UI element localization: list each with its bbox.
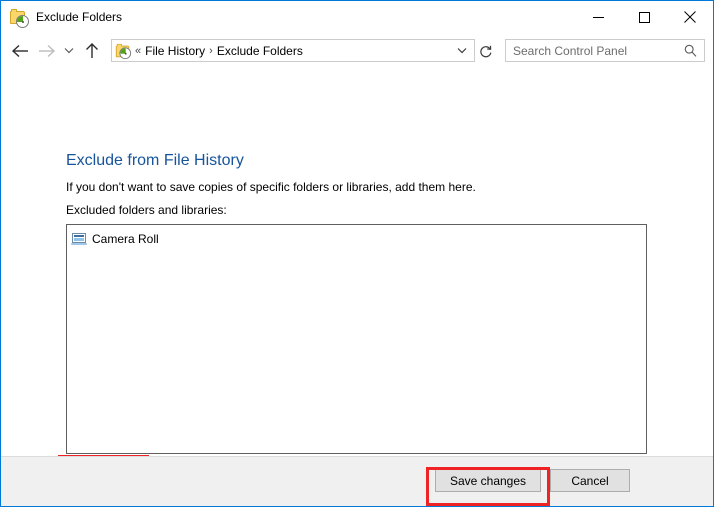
close-button[interactable]: [667, 1, 713, 33]
excluded-folders-list[interactable]: Camera Roll: [66, 224, 647, 454]
maximize-button[interactable]: [621, 1, 667, 33]
breadcrumb-dropdown-button[interactable]: [452, 47, 474, 54]
breadcrumb[interactable]: « File History › Exclude Folders: [111, 39, 475, 62]
forward-button[interactable]: [33, 38, 59, 64]
page-title: Exclude from File History: [66, 152, 244, 170]
forward-arrow-icon: [38, 44, 55, 58]
breadcrumb-item-file-history[interactable]: File History: [145, 44, 205, 58]
page-description: If you don't want to save copies of spec…: [66, 180, 476, 194]
search-icon[interactable]: [684, 44, 704, 57]
chevron-down-icon: [64, 47, 74, 54]
address-bar: « File History › Exclude Folders Search …: [1, 34, 713, 67]
back-arrow-icon: [12, 44, 29, 58]
save-changes-button[interactable]: Save changes: [435, 469, 541, 492]
title-bar: Exclude Folders: [1, 1, 713, 34]
file-history-folder-icon: [10, 9, 28, 27]
chevron-down-icon: [457, 47, 467, 54]
minimize-button[interactable]: [575, 1, 621, 33]
refresh-button[interactable]: [475, 39, 497, 62]
maximize-icon: [639, 12, 650, 23]
close-icon: [684, 11, 696, 23]
cancel-button[interactable]: Cancel: [550, 469, 630, 492]
file-history-folder-icon: [116, 43, 130, 57]
main-content: Exclude from File History If you don't w…: [1, 67, 713, 456]
minimize-icon: [593, 12, 604, 23]
recent-locations-button[interactable]: [59, 38, 79, 64]
window-title: Exclude Folders: [36, 1, 122, 34]
refresh-icon: [479, 44, 493, 58]
list-item-label: Camera Roll: [92, 232, 159, 246]
back-button[interactable]: [7, 38, 33, 64]
breadcrumb-overflow[interactable]: «: [131, 45, 145, 57]
up-arrow-icon: [85, 43, 99, 59]
dialog-footer: Save changes Cancel: [1, 456, 713, 506]
breadcrumb-separator: ›: [205, 45, 217, 57]
search-box[interactable]: Search Control Panel: [505, 39, 705, 62]
monitor-icon: [72, 233, 86, 245]
window-controls: [575, 1, 713, 33]
breadcrumb-item-exclude-folders[interactable]: Exclude Folders: [217, 44, 303, 58]
excluded-list-label: Excluded folders and libraries:: [66, 203, 227, 217]
exclude-folders-window: Exclude Folders: [0, 0, 714, 507]
search-input[interactable]: Search Control Panel: [506, 44, 627, 58]
list-item[interactable]: Camera Roll: [67, 229, 646, 248]
up-button[interactable]: [79, 38, 105, 64]
